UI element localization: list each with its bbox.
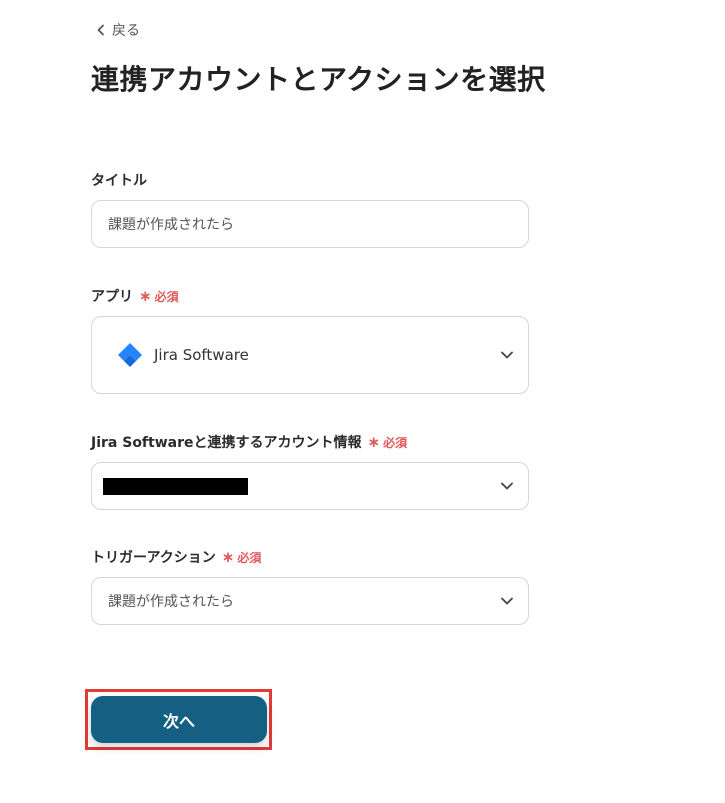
title-field-label: タイトル <box>91 170 147 190</box>
title-label-text: タイトル <box>91 173 147 189</box>
chevron-down-icon <box>501 597 513 605</box>
trigger-field-label: トリガーアクション ∗ 必須 <box>91 547 261 567</box>
account-label-text: Jira Softwareと連携するアカウント情報 <box>91 435 362 451</box>
trigger-select[interactable]: 課題が作成されたら <box>91 577 529 625</box>
redacted-account-value <box>103 477 248 495</box>
required-text: 必須 <box>383 435 408 450</box>
chevron-left-icon <box>97 24 104 36</box>
chevron-down-icon <box>501 351 513 359</box>
asterisk-icon: ∗ <box>139 286 152 305</box>
required-badge: ∗ 必須 <box>139 288 179 305</box>
asterisk-icon: ∗ <box>221 547 235 566</box>
required-badge: ∗ 必須 <box>368 434 408 451</box>
app-label-text: アプリ <box>91 289 133 305</box>
back-label: 戻る <box>112 23 140 39</box>
page: 戻る 連携アカウントとアクションを選択 タイトル アプリ ∗ 必須 Jira S… <box>0 0 725 803</box>
account-field-label: Jira Softwareと連携するアカウント情報 ∗ 必須 <box>91 432 407 452</box>
trigger-label-text: トリガーアクション <box>91 550 216 566</box>
asterisk-icon: ∗ <box>367 432 381 451</box>
required-text: 必須 <box>154 289 179 304</box>
title-input[interactable] <box>92 201 528 247</box>
account-select[interactable] <box>91 462 529 510</box>
app-field-label: アプリ ∗ 必須 <box>91 286 179 306</box>
required-text: 必須 <box>237 550 262 565</box>
back-link[interactable]: 戻る <box>96 19 140 41</box>
trigger-value: 課題が作成されたら <box>108 594 234 610</box>
title-input-box <box>91 200 529 248</box>
chevron-down-icon <box>501 482 513 490</box>
next-button[interactable]: 次へ <box>91 696 267 743</box>
page-title: 連携アカウントとアクションを選択 <box>91 63 546 96</box>
app-name: Jira Software <box>154 346 249 364</box>
required-badge: ∗ 必須 <box>222 549 262 566</box>
app-select[interactable]: Jira Software <box>91 316 529 394</box>
jira-software-logo-icon <box>118 343 142 367</box>
